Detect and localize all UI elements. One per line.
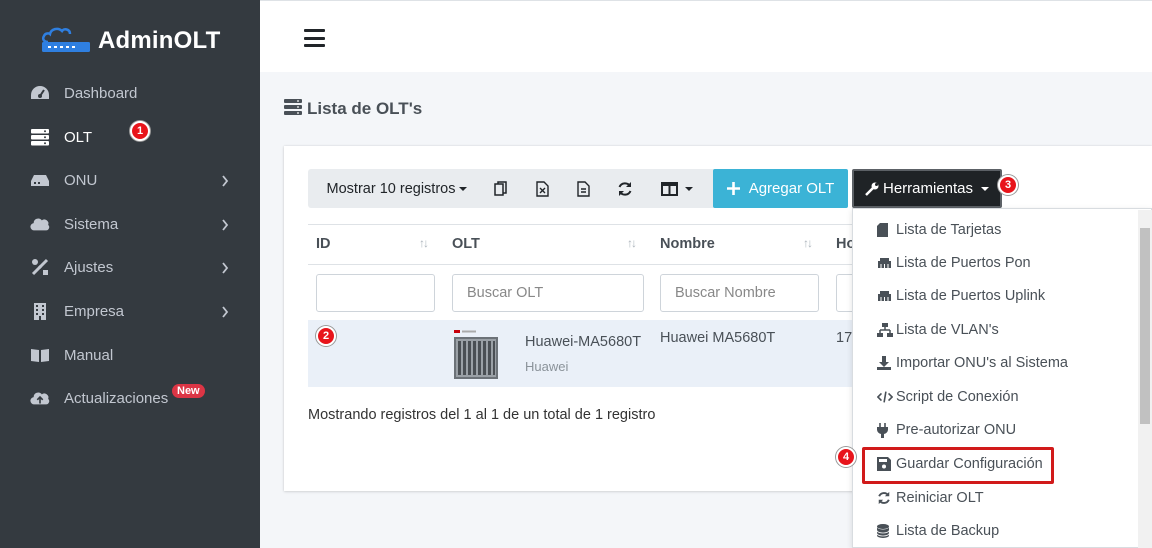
divider: [308, 224, 853, 225]
dashboard-icon: [30, 83, 50, 103]
page-length-button[interactable]: Mostrar 10 registros: [314, 169, 480, 208]
sidebar-item-sistema[interactable]: Sistema: [0, 204, 260, 244]
sidebar-item-label: OLT: [64, 128, 93, 146]
step-marker-1: 1: [130, 121, 150, 141]
olt-search-input[interactable]: Buscar OLT: [452, 274, 644, 312]
tools-icon: [30, 257, 50, 277]
column-header-nombre[interactable]: Nombre: [660, 224, 715, 264]
sidebar-item-label: Actualizaciones: [64, 389, 169, 407]
wrench-icon: [865, 182, 879, 196]
brand[interactable]: AdminOLT: [38, 24, 220, 58]
id-filter-input[interactable]: [316, 274, 435, 312]
page-title: Lista de OLT's: [284, 98, 422, 120]
building-icon: [30, 301, 50, 321]
menu-item-puertos-uplink[interactable]: Lista de Puertos Uplink: [877, 281, 1045, 311]
chevron-right-icon: [221, 174, 229, 191]
step-marker-4: 4: [836, 447, 856, 467]
columns-toggle-button[interactable]: [652, 169, 702, 208]
olt-host: 17: [836, 330, 853, 346]
sidebar-item-manual[interactable]: Manual: [0, 335, 260, 375]
sidebar-item-dashboard[interactable]: Dashboard: [0, 73, 260, 113]
excel-icon[interactable]: [527, 169, 557, 208]
olt-device-image: [452, 329, 500, 379]
plug-icon: [877, 422, 893, 438]
menu-item-lista-backup[interactable]: Lista de Backup: [877, 516, 999, 546]
chevron-right-icon: [221, 218, 229, 235]
menu-item-puertos-pon[interactable]: Lista de Puertos Pon: [877, 248, 1031, 278]
menu-item-importar-onus[interactable]: Importar ONU's al Sistema: [877, 348, 1068, 378]
book-icon: [30, 345, 50, 365]
column-header-olt[interactable]: OLT: [452, 224, 480, 264]
menu-item-lista-tarjetas[interactable]: Lista de Tarjetas: [877, 215, 1001, 245]
sidebar-item-label: ONU: [64, 171, 98, 189]
download-icon: [877, 356, 893, 370]
server-icon: [30, 127, 50, 147]
olt-name: Huawei-MA5680T: [525, 334, 642, 350]
new-badge: New: [172, 384, 205, 398]
columns-icon: [661, 181, 678, 196]
ethernet-icon: [877, 257, 893, 269]
sidebar-item-label: Sistema: [64, 215, 119, 233]
plus-icon: [726, 182, 740, 195]
sidebar-item-ajustes[interactable]: Ajustes: [0, 247, 260, 287]
chevron-right-icon: [221, 305, 229, 322]
ethernet-icon: [877, 290, 893, 302]
table-info: Mostrando registros del 1 al 1 de un tot…: [308, 407, 656, 423]
divider: [308, 264, 853, 265]
router-icon: [30, 170, 50, 190]
brand-name: AdminOLT: [98, 27, 221, 54]
sync-icon: [877, 491, 893, 505]
sidebar-item-label: Dashboard: [64, 84, 138, 102]
sidebar-item-empresa[interactable]: Empresa: [0, 291, 260, 331]
sidebar: AdminOLT Dashboard OLT ONU Sistema Ajust…: [0, 0, 260, 548]
sort-icon[interactable]: ↑↓: [803, 236, 813, 250]
chevron-right-icon: [221, 261, 229, 278]
database-icon: [877, 524, 893, 538]
scrollbar-thumb[interactable]: [1140, 228, 1150, 424]
tools-dropdown-menu: Lista de Tarjetas Lista de Puertos Pon L…: [852, 208, 1152, 548]
sort-icon[interactable]: ↑↓: [627, 236, 637, 250]
pdf-file-icon[interactable]: [568, 169, 598, 208]
tools-dropdown-button[interactable]: Herramientas: [852, 169, 1002, 208]
highlight-box: [862, 447, 1054, 484]
sort-icon[interactable]: ↑↓: [419, 236, 429, 250]
copy-icon[interactable]: [486, 169, 516, 208]
sidebar-item-actualizaciones[interactable]: Actualizaciones New: [0, 378, 260, 418]
menu-item-reiniciar-olt[interactable]: Reiniciar OLT: [877, 483, 984, 513]
cloud-icon: [30, 214, 50, 234]
sd-card-icon: [877, 223, 893, 237]
olt-brand: Huawei: [525, 359, 569, 374]
page-title-text: Lista de OLT's: [307, 99, 423, 118]
network-icon: [877, 323, 893, 337]
menu-item-script-conexion[interactable]: Script de Conexión: [877, 382, 1019, 412]
menu-item-lista-vlans[interactable]: Lista de VLAN's: [877, 315, 999, 345]
step-marker-2: 2: [316, 326, 336, 346]
topbar: [260, 0, 1152, 72]
add-olt-button[interactable]: Agregar OLT: [713, 169, 848, 208]
server-icon: [284, 98, 302, 120]
code-icon: [877, 391, 893, 403]
refresh-icon[interactable]: [610, 169, 640, 208]
step-marker-3: 3: [998, 175, 1018, 195]
sidebar-item-label: Ajustes: [64, 258, 114, 276]
menu-item-pre-autorizar-onu[interactable]: Pre-autorizar ONU: [877, 415, 1016, 445]
sidebar-item-label: Empresa: [64, 302, 125, 320]
sidebar-item-label: Manual: [64, 346, 114, 364]
nombre-search-input[interactable]: Buscar Nombre: [660, 274, 819, 312]
column-header-id[interactable]: ID: [316, 224, 331, 264]
sidebar-item-olt[interactable]: OLT: [0, 117, 260, 157]
menu-toggle-icon[interactable]: [304, 29, 325, 47]
olt-logo-icon: [38, 24, 94, 58]
olt-nombre: Huawei MA5680T: [660, 330, 776, 346]
cloud-upload-icon: [30, 388, 50, 408]
sidebar-item-onu[interactable]: ONU: [0, 160, 260, 200]
